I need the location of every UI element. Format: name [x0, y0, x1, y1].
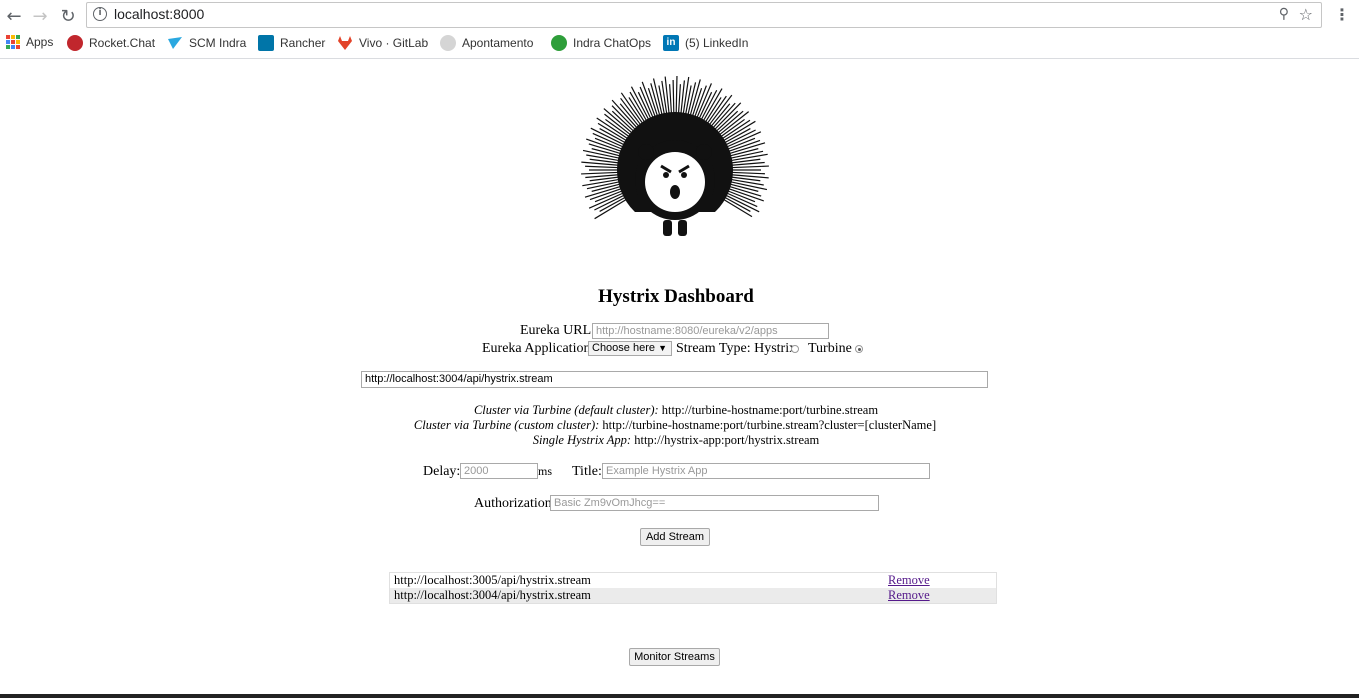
eureka-url-input[interactable]: http://hostname:8080/eureka/v2/apps: [592, 323, 829, 339]
bookmark-gitlab[interactable]: Vivo · GitLab: [337, 35, 428, 51]
hystrix-hedgehog-logo: [581, 76, 769, 252]
hint-value: http://hystrix-app:port/hystrix.stream: [634, 433, 820, 447]
hedgehog-spike: [669, 84, 673, 116]
bookmark-label: (5) LinkedIn: [685, 36, 749, 50]
hint-label: Single Hystrix App:: [532, 433, 632, 447]
browser-chrome: ← → ↻ i localhost:8000 ⚲ ☆ ⋮ Apps Rocket…: [0, 0, 1359, 59]
bookmark-label: Apontamento: [462, 36, 534, 50]
stream-url-cell: http://localhost:3004/api/hystrix.stream: [394, 588, 591, 602]
browser-menu-icon[interactable]: ⋮: [1334, 5, 1350, 24]
bookmark-apps[interactable]: Apps: [6, 35, 53, 49]
zoom-icon[interactable]: ⚲: [1279, 6, 1289, 22]
hedgehog-spike: [729, 171, 765, 175]
delay-label: Delay:: [423, 464, 461, 479]
bookmark-rocketchat[interactable]: Rocket.Chat: [67, 35, 155, 51]
bookmark-label: Apps: [26, 35, 54, 49]
bookmark-label: Vivo · GitLab: [359, 36, 429, 50]
hedgehog-spike: [641, 81, 657, 119]
forward-arrow-icon[interactable]: →: [28, 4, 52, 28]
eureka-app-select[interactable]: Choose here ▼: [588, 341, 672, 356]
hint-value: http://turbine-hostname:port/turbine.str…: [602, 418, 937, 432]
authorization-label: Authorization:: [474, 496, 556, 511]
table-row: http://localhost:3004/api/hystrix.stream…: [389, 588, 997, 604]
browser-toolbar: ← → ↻ i localhost:8000 ⚲ ☆ ⋮: [0, 0, 1359, 32]
radio-unchecked-icon: [791, 345, 799, 354]
stream-remove-cell: Remove: [884, 588, 997, 604]
bookmark-linkedin[interactable]: in (5) LinkedIn: [663, 35, 748, 51]
title-label: Title:: [572, 464, 602, 479]
hedgehog-spike: [672, 80, 675, 116]
stream-type-label: Stream Type: Hystrix: [676, 341, 797, 356]
hedgehog-spike: [725, 191, 758, 208]
turbine-label: Turbine: [808, 341, 852, 356]
rocketchat-icon: [67, 35, 83, 51]
stream-url-cell: http://localhost:3005/api/hystrix.stream: [394, 573, 591, 587]
streams-table: http://localhost:3005/api/hystrix.stream…: [389, 572, 997, 604]
taskbar-edge: [0, 694, 1359, 698]
apontamento-icon: [440, 35, 456, 51]
address-url[interactable]: localhost:8000: [114, 6, 204, 22]
hint-label: Cluster via Turbine (custom cluster):: [413, 418, 600, 432]
back-arrow-icon[interactable]: ←: [2, 4, 26, 28]
hedgehog-spike: [592, 132, 625, 149]
monitor-streams-button[interactable]: Monitor Streams: [629, 648, 720, 666]
chatops-icon: [551, 35, 567, 51]
ms-label: ms: [538, 464, 553, 478]
turbine-radio[interactable]: [855, 340, 863, 358]
hedgehog-spike: [585, 165, 621, 169]
hystrix-radio[interactable]: [791, 340, 799, 358]
bookmark-label: SCM Indra: [189, 36, 247, 50]
bookmark-rancher[interactable]: Rancher: [258, 35, 325, 51]
eureka-app-select-value: Choose here: [592, 342, 655, 354]
hint-single-app: Single Hystrix App: http://hystrix-app:p…: [0, 433, 1352, 448]
delay-input[interactable]: 2000: [460, 463, 538, 479]
stream-remove-cell: Remove: [884, 573, 997, 589]
apps-grid-icon: [6, 35, 20, 49]
hedgehog-spike: [677, 84, 681, 116]
dropdown-arrow-icon: ▼: [658, 343, 667, 353]
bookmark-apontamento[interactable]: Apontamento: [440, 35, 533, 51]
rancher-icon: [258, 35, 274, 51]
radio-checked-icon: [855, 345, 863, 354]
stream-url-input[interactable]: http://localhost:3004/api/hystrix.stream: [361, 371, 988, 388]
bookmark-label: Rancher: [280, 36, 326, 50]
eureka-url-label: Eureka URL:: [520, 323, 596, 338]
page-title: Hystrix Dashboard: [598, 286, 754, 307]
hedgehog-spike: [675, 76, 678, 116]
hedgehog-spike: [581, 171, 621, 175]
bookmark-star-icon[interactable]: ☆: [1299, 5, 1313, 24]
site-info-icon[interactable]: i: [93, 7, 107, 21]
bookmark-label: Rocket.Chat: [89, 36, 156, 50]
bookmark-label: Indra ChatOps: [573, 36, 652, 50]
reload-icon[interactable]: ↻: [56, 4, 80, 28]
hint-value: http://turbine-hostname:port/turbine.str…: [661, 403, 879, 417]
bookmark-indra-chatops[interactable]: Indra ChatOps: [551, 35, 651, 51]
hint-custom-cluster: Cluster via Turbine (custom cluster): ht…: [0, 418, 1350, 433]
bookmarks-bar: Apps Rocket.Chat SCM Indra Rancher Vivo …: [0, 32, 1359, 56]
scm-indra-icon: [168, 37, 182, 49]
remove-stream-link[interactable]: Remove: [888, 573, 930, 587]
hint-default-cluster: Cluster via Turbine (default cluster): h…: [0, 403, 1352, 418]
eureka-app-label: Eureka Application:: [482, 341, 595, 356]
bookmark-scm-indra[interactable]: SCM Indra: [167, 35, 246, 51]
address-bar[interactable]: i localhost:8000 ⚲ ☆: [86, 2, 1322, 28]
remove-stream-link[interactable]: Remove: [888, 588, 930, 602]
hedgehog-spike: [729, 165, 769, 169]
title-input[interactable]: Example Hystrix App: [602, 463, 930, 479]
authorization-input[interactable]: Basic Zm9vOmJhcg==: [550, 495, 879, 511]
hint-label: Cluster via Turbine (default cluster):: [473, 403, 659, 417]
table-row: http://localhost:3005/api/hystrix.stream…: [390, 573, 997, 589]
linkedin-icon: in: [663, 35, 679, 51]
gitlab-icon: [338, 36, 352, 50]
hedgehog-spike: [639, 86, 655, 120]
add-stream-button[interactable]: Add Stream: [640, 528, 710, 546]
